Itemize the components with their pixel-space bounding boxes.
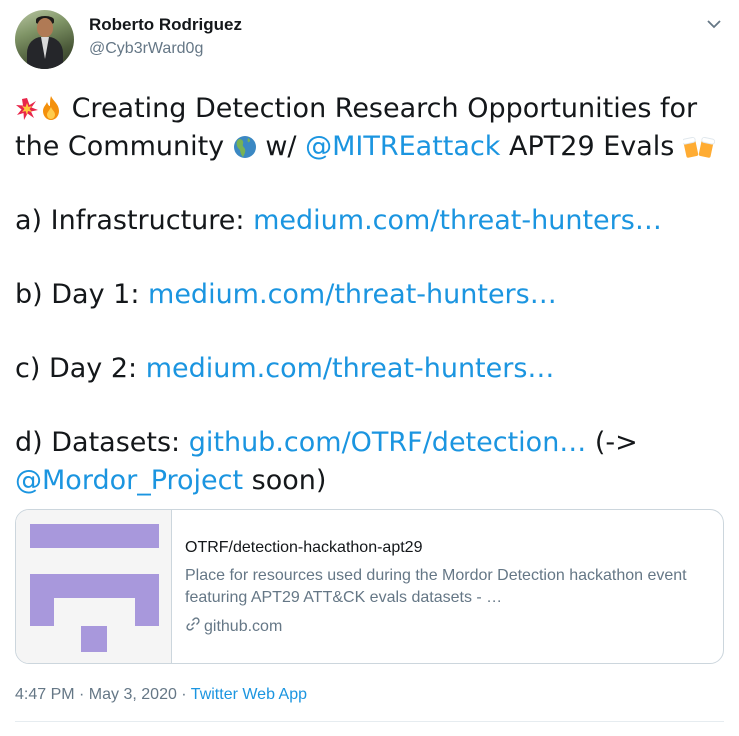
mention-mitreattack-link[interactable]: @MITREattack	[305, 131, 500, 162]
card-domain-text: github.com	[204, 617, 283, 635]
chevron-down-icon[interactable]	[704, 14, 724, 34]
tweet-line-day1: b) Day 1: medium.com/threat-hunters…	[15, 276, 727, 314]
card-domain: github.com	[185, 616, 282, 637]
link-icon	[185, 616, 201, 637]
fire-emoji	[39, 94, 63, 132]
collision-emoji	[15, 94, 39, 132]
tweet-line-2-c: APT29 Evals	[500, 131, 683, 162]
mention-mordor-project-link[interactable]: @Mordor_Project	[15, 465, 243, 496]
tweet-line-2: the Community w/ @MITREattack APT29 Eval…	[15, 128, 727, 166]
otrf-logo-icon	[30, 524, 159, 652]
datasets-label: d) Datasets:	[15, 427, 189, 458]
tweet-source-link[interactable]: Twitter Web App	[191, 686, 307, 703]
card-title: OTRF/detection-hackathon-apt29	[185, 539, 423, 556]
infrastructure-link[interactable]: medium.com/threat-hunters…	[253, 205, 662, 236]
tweet-line-2-b: w/	[256, 131, 306, 162]
tweet-line-1: Creating Detection Research Opportunitie…	[15, 90, 727, 128]
card-description: Place for resources used during the Mord…	[185, 567, 687, 606]
avatar[interactable]	[15, 10, 74, 69]
tweet-line-day2: c) Day 2: medium.com/threat-hunters…	[15, 350, 727, 388]
tweet-line-datasets: d) Datasets: github.com/OTRF/detection… …	[15, 424, 727, 462]
datasets-after: (->	[586, 427, 638, 458]
tweet-line-mordor: @Mordor_Project soon)	[15, 462, 727, 500]
tweet-line-infrastructure: a) Infrastructure: medium.com/threat-hun…	[15, 202, 727, 240]
day1-link[interactable]: medium.com/threat-hunters…	[148, 279, 557, 310]
card-thumbnail	[16, 510, 172, 663]
tweet-meta: 4:47 PM · May 3, 2020 · Twitter Web App	[15, 686, 307, 704]
author-handle[interactable]: @Cyb3rWard0g	[89, 40, 203, 58]
tweet-timestamp[interactable]: 4:47 PM · May 3, 2020 ·	[15, 686, 191, 703]
day1-label: b) Day 1:	[15, 279, 149, 310]
mordor-soon-text: soon)	[243, 465, 327, 496]
link-preview-card[interactable]: OTRF/detection-hackathon-apt29 Place for…	[15, 509, 724, 664]
infrastructure-label: a) Infrastructure:	[15, 205, 254, 236]
beer-mugs-emoji	[681, 132, 716, 170]
day2-link[interactable]: medium.com/threat-hunters…	[146, 353, 555, 384]
day2-label: c) Day 2:	[15, 353, 146, 384]
author-name[interactable]: Roberto Rodriguez	[89, 15, 242, 35]
tweet-line-1-text: Creating Detection Research Opportunitie…	[63, 93, 698, 124]
datasets-link[interactable]: github.com/OTRF/detection…	[189, 427, 587, 458]
tweet-line-2-a: the Community	[15, 131, 233, 162]
globe-americas-emoji	[233, 132, 257, 170]
tweet-text: Creating Detection Research Opportunitie…	[15, 90, 727, 500]
divider	[15, 721, 724, 722]
tweet: Roberto Rodriguez @Cyb3rWard0g Creating …	[0, 0, 739, 736]
